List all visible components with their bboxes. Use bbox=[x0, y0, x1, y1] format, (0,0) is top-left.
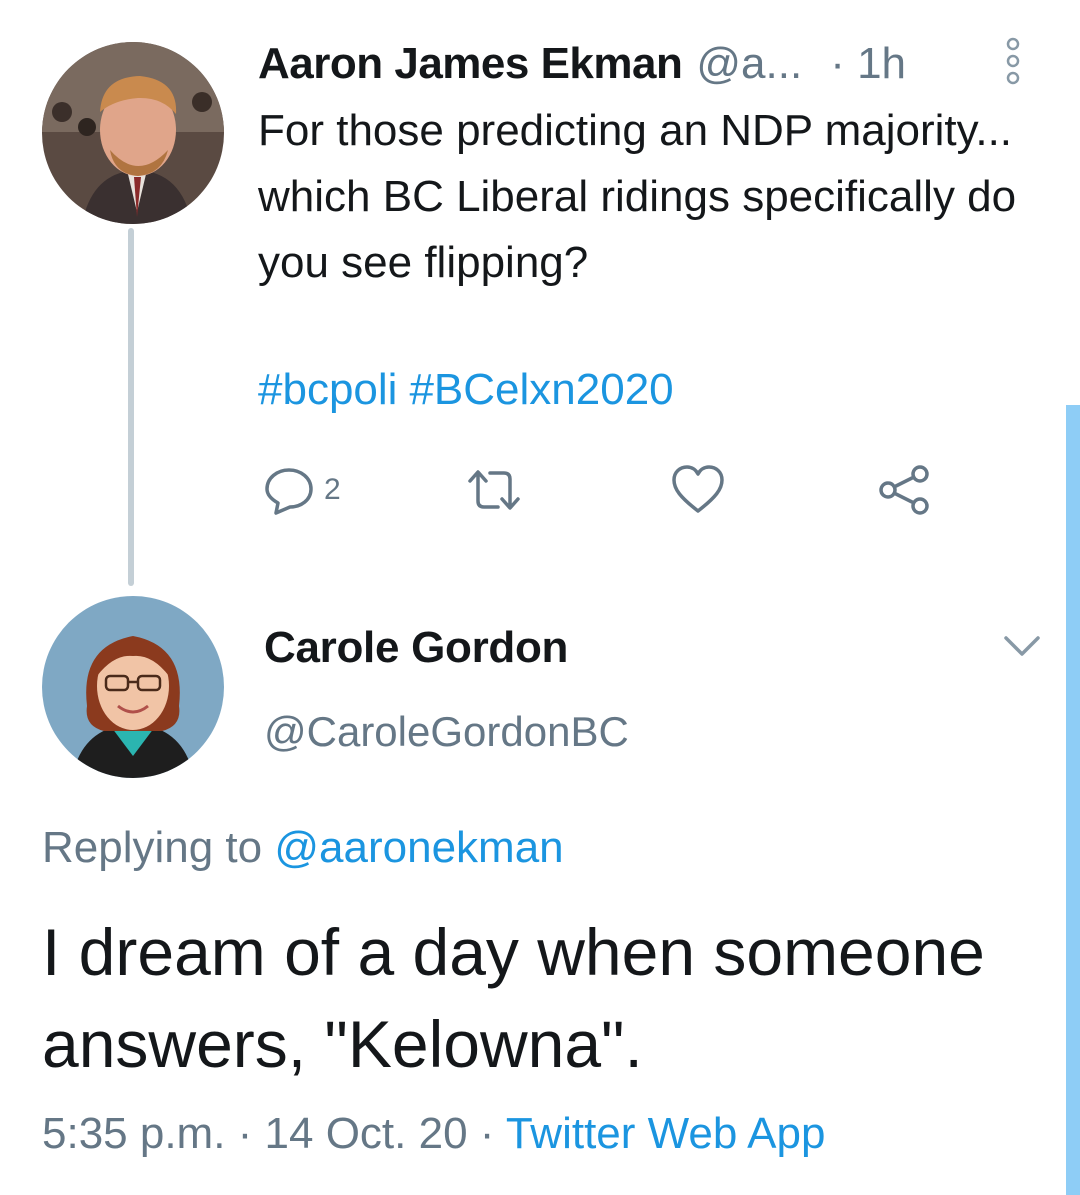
thread-connector-line bbox=[128, 228, 134, 586]
reply-author-handle[interactable]: @CaroleGordonBC bbox=[264, 702, 629, 762]
retweet-button[interactable] bbox=[464, 462, 524, 518]
reply-author-avatar[interactable] bbox=[42, 596, 224, 778]
retweet-icon bbox=[468, 470, 520, 510]
tweet-metadata: 5:35 p.m. · 14 Oct. 20 · Twitter Web App bbox=[42, 1102, 825, 1166]
comment-icon bbox=[265, 468, 313, 515]
time-separator: · bbox=[830, 39, 845, 88]
share-icon bbox=[879, 465, 929, 515]
more-options-icon[interactable] bbox=[1000, 36, 1026, 86]
avatar-photo-icon bbox=[42, 42, 224, 224]
replying-to-line: Replying to @aaronekman bbox=[42, 818, 564, 878]
parent-author-avatar[interactable] bbox=[42, 42, 224, 224]
parent-tweet-header: Aaron James Ekman @a... · 1h bbox=[258, 36, 978, 92]
scrollbar-thumb[interactable] bbox=[1066, 405, 1080, 1195]
avatar-photo-icon bbox=[42, 596, 224, 778]
parent-author-name[interactable]: Aaron James Ekman bbox=[258, 36, 683, 92]
tweet-timestamp[interactable]: 5:35 p.m. · 14 Oct. 20 · bbox=[42, 1109, 494, 1158]
replying-to-mention[interactable]: @aaronekman bbox=[274, 823, 563, 872]
tweet-source-link[interactable]: Twitter Web App bbox=[506, 1109, 826, 1158]
parent-tweet-text: For those predicting an NDP majority... … bbox=[258, 106, 1017, 287]
parent-author-handle[interactable]: @a... bbox=[696, 36, 802, 92]
reply-button[interactable]: 2 bbox=[262, 462, 341, 518]
parent-tweet-hashtags: #bcpoli #BCelxn2020 bbox=[258, 360, 686, 420]
replying-to-label: Replying to bbox=[42, 823, 263, 872]
hashtag-link[interactable]: #BCelxn2020 bbox=[409, 365, 673, 414]
chevron-down-icon[interactable] bbox=[1000, 630, 1044, 664]
heart-icon bbox=[672, 465, 724, 513]
reply-tweet-text: I dream of a day when someone answers, "… bbox=[42, 915, 985, 1081]
time-value: 1h bbox=[857, 39, 907, 88]
tweet-thread-page: Aaron James Ekman @a... · 1h For those p… bbox=[0, 0, 1080, 1195]
share-button[interactable] bbox=[876, 462, 932, 518]
reply-count: 2 bbox=[324, 473, 341, 506]
like-button[interactable] bbox=[670, 462, 726, 518]
parent-tweet-time[interactable]: · 1h bbox=[830, 36, 906, 92]
reply-author-name[interactable]: Carole Gordon bbox=[264, 618, 568, 678]
hashtag-link[interactable]: #bcpoli bbox=[258, 365, 397, 414]
